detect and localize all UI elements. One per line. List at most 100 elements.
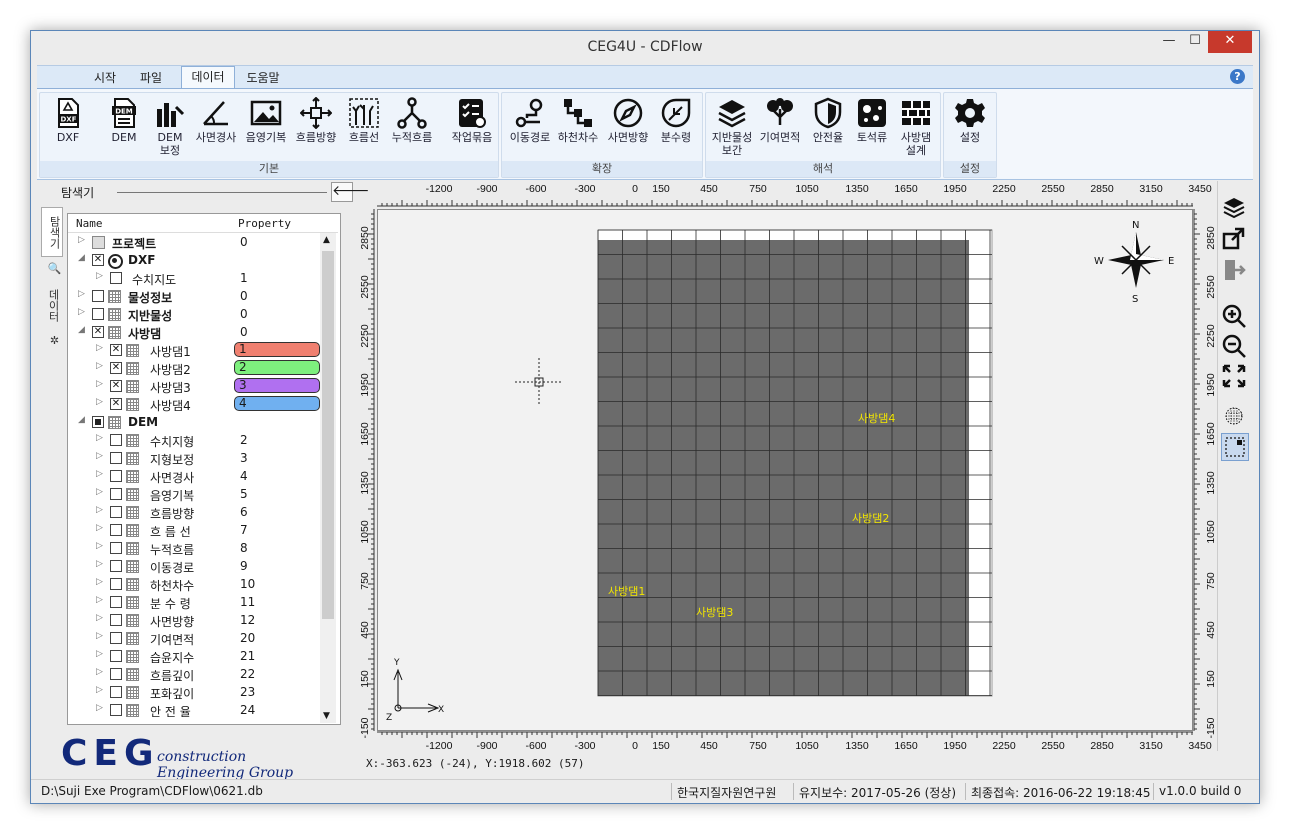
tree-row[interactable]: ▷ 프로젝트 0	[68, 233, 318, 251]
debris-flow-button[interactable]: 토석류	[848, 97, 896, 159]
tab-help[interactable]: 도움말	[241, 68, 285, 88]
layer-checkbox[interactable]	[110, 470, 122, 482]
flowline-button[interactable]: 흐름선	[340, 97, 388, 159]
layer-checkbox[interactable]	[110, 704, 122, 716]
fit-extent-icon[interactable]	[1221, 363, 1247, 389]
tree-row[interactable]: ▷ 흐름방향 6	[68, 503, 318, 521]
expand-arrow-icon[interactable]: ▷	[96, 559, 103, 569]
close-button[interactable]: ✕	[1208, 31, 1252, 53]
check-dam-design-button[interactable]: 사방댐 설계	[892, 97, 940, 159]
expand-arrow-icon[interactable]: ▷	[96, 433, 103, 443]
tree-row[interactable]: ▷ ✕ 사방댐1 1	[68, 341, 320, 359]
side-tab-data[interactable]: 데이터	[41, 281, 61, 329]
color-swatch-value[interactable]: 4	[234, 396, 320, 411]
expand-arrow-icon[interactable]: ▷	[96, 487, 103, 497]
layer-checkbox[interactable]	[110, 596, 122, 608]
batch-job-button[interactable]: 작업묶음	[448, 97, 496, 159]
expand-arrow-icon[interactable]: ▷	[96, 667, 103, 677]
scroll-down-icon[interactable]: ▼	[323, 711, 330, 721]
collapse-arrow-icon[interactable]: ◢	[78, 325, 85, 335]
color-swatch-value[interactable]: 3	[234, 378, 320, 393]
collapse-arrow-icon[interactable]: 🡐	[331, 182, 370, 202]
expand-arrow-icon[interactable]: ▷	[96, 613, 103, 623]
layer-checkbox[interactable]	[110, 452, 122, 464]
dxf-button[interactable]: DXF DXF	[44, 97, 92, 159]
minimize-button[interactable]: —	[1156, 31, 1182, 53]
expand-arrow-icon[interactable]: ▷	[96, 343, 103, 353]
expand-arrow-icon[interactable]: ▷	[96, 541, 103, 551]
layer-checkbox[interactable]	[110, 632, 122, 644]
expand-arrow-icon[interactable]: ▷	[96, 379, 103, 389]
tree-row[interactable]: ▷ ✕ 사방댐3 3	[68, 377, 320, 395]
side-tab-explorer[interactable]: 탐색기	[41, 207, 63, 257]
tree-row[interactable]: ▷ 습윤지수 21	[68, 647, 318, 665]
tree-scrollbar[interactable]: ▲ ▼	[320, 233, 336, 723]
tree-row[interactable]: ▷ 포화깊이 23	[68, 683, 318, 701]
travel-path-button[interactable]: 이동경로	[506, 97, 554, 159]
layer-checkbox[interactable]	[110, 542, 122, 554]
expand-arrow-icon[interactable]: ▷	[78, 235, 85, 245]
zoom-out-icon[interactable]	[1221, 333, 1247, 359]
layer-checkbox[interactable]	[110, 434, 122, 446]
tree-row[interactable]: ▷ 물성정보 0	[68, 287, 318, 305]
expand-arrow-icon[interactable]: ▷	[96, 505, 103, 515]
layer-checkbox[interactable]	[110, 650, 122, 662]
hillshade-button[interactable]: 음영기복	[242, 97, 290, 159]
network-icon[interactable]: ✲	[41, 331, 61, 349]
exit-icon[interactable]	[1221, 257, 1247, 283]
layer-checkbox[interactable]	[110, 560, 122, 572]
scroll-up-icon[interactable]: ▲	[323, 235, 330, 245]
slope-button[interactable]: 사면경사	[192, 97, 240, 159]
layer-checkbox[interactable]	[92, 416, 104, 428]
maximize-button[interactable]: ☐	[1182, 31, 1208, 53]
layer-checkbox[interactable]	[110, 488, 122, 500]
tree-row[interactable]: ▷ 음영기복 5	[68, 485, 318, 503]
collapse-arrow-icon[interactable]: ◢	[78, 253, 85, 263]
layer-checkbox[interactable]	[110, 668, 122, 680]
layer-checkbox[interactable]	[110, 614, 122, 626]
grid-dots-icon[interactable]	[1221, 403, 1247, 429]
tab-file[interactable]: 파일	[135, 68, 167, 88]
expand-arrow-icon[interactable]: ▷	[96, 631, 103, 641]
column-name[interactable]: Name	[76, 217, 103, 230]
scroll-thumb[interactable]	[322, 251, 334, 619]
tree-row[interactable]: ▷ ✕ 사방댐2 2	[68, 359, 320, 377]
tree-row[interactable]: ◢ ✕ 사방댐 0	[68, 323, 318, 341]
tab-start[interactable]: 시작	[89, 68, 121, 88]
map-drawing[interactable]: 사방댐1 사방댐2 사방댐3 사방댐4 N S E W Y X Z	[378, 210, 1192, 730]
layer-checkbox[interactable]	[110, 578, 122, 590]
tree-row[interactable]: ▷ ✕ 사방댐4 4	[68, 395, 320, 413]
layer-checkbox[interactable]: ✕	[92, 326, 104, 338]
expand-arrow-icon[interactable]: ▷	[96, 469, 103, 479]
flow-direction-button[interactable]: 흐름방향	[292, 97, 340, 159]
tree-row[interactable]: ▷ 수치지도 1	[68, 269, 318, 287]
expand-arrow-icon[interactable]: ▷	[96, 649, 103, 659]
aspect-button[interactable]: 사면방향	[604, 97, 652, 159]
tree-row[interactable]: ▷ 안 전 율 24	[68, 701, 318, 719]
collapse-arrow-icon[interactable]: ◢	[78, 415, 85, 425]
layer-checkbox[interactable]	[110, 506, 122, 518]
tree-row[interactable]: ▷ 흐 름 선 7	[68, 521, 318, 539]
safety-factor-button[interactable]: 안전율	[804, 97, 852, 159]
soil-interpolation-button[interactable]: 지반물성 보간	[708, 97, 756, 159]
expand-arrow-icon[interactable]: ▷	[96, 397, 103, 407]
layer-checkbox[interactable]: ✕	[110, 398, 122, 410]
dem-correction-button[interactable]: DEM 보정	[146, 97, 194, 159]
tree-row[interactable]: ▷ 이동경로 9	[68, 557, 318, 575]
tab-data[interactable]: 데이터	[181, 66, 235, 90]
layer-checkbox[interactable]	[92, 290, 104, 302]
color-swatch-value[interactable]: 1	[234, 342, 320, 357]
expand-arrow-icon[interactable]: ▷	[78, 289, 85, 299]
layers-icon[interactable]	[1221, 195, 1247, 221]
expand-arrow-icon[interactable]: ▷	[96, 271, 103, 281]
dem-button[interactable]: DEM DEM	[100, 97, 148, 159]
tree-row[interactable]: ▷ 흐름깊이 22	[68, 665, 318, 683]
tree-row[interactable]: ▷ 사면방향 12	[68, 611, 318, 629]
expand-arrow-icon[interactable]: ▷	[96, 577, 103, 587]
tree-row[interactable]: ▷ 기여면적 20	[68, 629, 318, 647]
layer-checkbox[interactable]	[92, 308, 104, 320]
search-document-icon[interactable]: 🔍	[41, 259, 61, 277]
zoom-in-icon[interactable]	[1221, 303, 1247, 329]
flow-accumulation-button[interactable]: 누적흐름	[388, 97, 436, 159]
expand-arrow-icon[interactable]: ▷	[96, 595, 103, 605]
